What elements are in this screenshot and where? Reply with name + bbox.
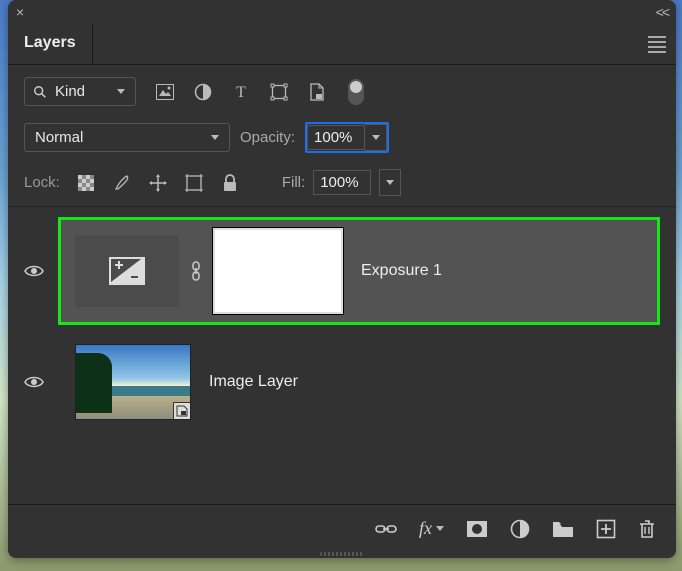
filter-adjustment-icon[interactable] [192, 81, 214, 103]
opacity-field-group [305, 122, 389, 153]
layers-panel: × << Layers Kind T [8, 0, 676, 558]
blend-mode-value: Normal [35, 129, 211, 146]
new-group-icon[interactable] [552, 520, 574, 538]
svg-text:T: T [236, 84, 246, 101]
search-icon [33, 85, 47, 99]
lock-paint-icon[interactable] [112, 173, 132, 193]
layer-item-exposure[interactable]: Exposure 1 [58, 217, 660, 325]
lock-artboard-icon[interactable] [184, 173, 204, 193]
resize-grip[interactable] [8, 552, 676, 558]
adjustment-layer-icon[interactable] [510, 519, 530, 539]
fill-group: Fill: [282, 169, 401, 196]
layer-name[interactable]: Exposure 1 [361, 262, 442, 280]
layer-name[interactable]: Image Layer [209, 373, 298, 391]
chevron-down-icon [211, 135, 219, 140]
adjustment-thumbnail[interactable] [75, 235, 179, 307]
tab-layers[interactable]: Layers [8, 24, 93, 64]
layer-row: Image Layer [16, 329, 664, 435]
collapse-icon[interactable]: << [656, 4, 668, 20]
new-layer-icon[interactable] [596, 519, 616, 539]
chevron-down-icon [436, 526, 444, 531]
opacity-input[interactable] [307, 125, 365, 150]
mask-link-icon[interactable] [191, 261, 201, 281]
filter-kind-select[interactable]: Kind [24, 77, 136, 106]
visibility-toggle[interactable] [24, 375, 44, 389]
blend-row: Normal Opacity: [8, 116, 676, 163]
lock-transparency-icon[interactable] [76, 173, 96, 193]
chevron-down-icon [117, 89, 125, 94]
filter-smartobject-icon[interactable] [306, 81, 328, 103]
panel-footer: fx [8, 504, 676, 552]
lock-all-icon[interactable] [220, 173, 240, 193]
filter-kind-label: Kind [55, 83, 109, 100]
exposure-icon [109, 257, 145, 285]
panel-tabs: Layers [8, 24, 676, 65]
fill-dropdown-button[interactable] [379, 169, 401, 196]
smart-object-badge-icon [173, 402, 191, 420]
filter-shape-icon[interactable] [268, 81, 290, 103]
layer-thumbnail[interactable] [75, 344, 191, 420]
layer-row: Exposure 1 [16, 213, 664, 329]
panel-titlebar: × << [8, 0, 676, 24]
fill-label[interactable]: Fill: [282, 174, 305, 191]
lock-label: Lock: [24, 174, 60, 191]
fill-input[interactable] [313, 170, 371, 195]
filter-type-icon[interactable]: T [230, 81, 252, 103]
blend-mode-select[interactable]: Normal [24, 123, 230, 152]
lock-row: Lock: Fill: [8, 163, 676, 207]
chevron-down-icon [386, 180, 394, 185]
lock-icons [76, 173, 240, 193]
layers-list: Exposure 1 Image Layer [8, 207, 676, 504]
delete-layer-icon[interactable] [638, 519, 656, 539]
close-icon[interactable]: × [16, 4, 24, 20]
opacity-label[interactable]: Opacity: [240, 129, 295, 146]
link-layers-icon[interactable] [375, 522, 397, 536]
filter-pixel-icon[interactable] [154, 81, 176, 103]
chevron-down-icon [372, 135, 380, 140]
layer-style-icon[interactable]: fx [419, 518, 444, 539]
filter-type-icons: T [154, 79, 364, 105]
mask-thumbnail[interactable] [213, 228, 343, 314]
layer-item-image[interactable]: Image Layer [58, 333, 660, 431]
panel-menu-icon[interactable] [648, 33, 666, 56]
opacity-dropdown-button[interactable] [365, 124, 387, 151]
add-mask-icon[interactable] [466, 520, 488, 538]
filter-toggle[interactable] [348, 79, 364, 105]
visibility-toggle[interactable] [24, 264, 44, 278]
lock-position-icon[interactable] [148, 173, 168, 193]
filter-row: Kind T [8, 65, 676, 116]
